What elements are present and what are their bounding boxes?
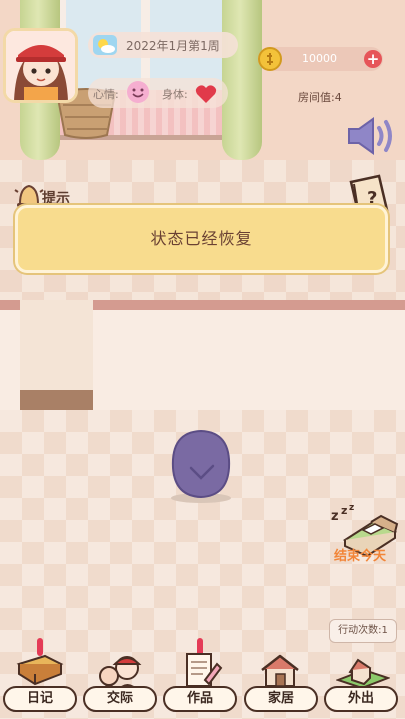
mood-label: 心情: (93, 88, 119, 101)
coin-amount: 10000 (302, 52, 337, 65)
counter-right (93, 300, 405, 410)
svg-text:z: z (349, 503, 354, 513)
body-label: 身体: (162, 88, 188, 101)
speaker-icon[interactable] (346, 116, 396, 156)
mood-face-icon (127, 81, 149, 103)
counter-gap (20, 390, 93, 410)
diary-icon (16, 654, 64, 686)
heart-icon (195, 85, 217, 103)
add-coins-button[interactable]: + (364, 50, 382, 68)
svg-text:z: z (331, 509, 339, 524)
nav-home[interactable]: 家居 (244, 650, 318, 714)
right-curtain (222, 0, 262, 160)
player-avatar[interactable] (3, 28, 78, 103)
weather-sun-cloud-icon (93, 35, 117, 55)
room-value: 房间值:4 (298, 91, 342, 104)
date-text: 2022年1月第1周 (126, 39, 220, 53)
action-count: 行动次数:1 (329, 619, 397, 643)
purple-blob-character[interactable] (165, 428, 235, 503)
hint-message: 状态已经恢复 (150, 229, 253, 248)
nav-works-label: 作品 (163, 686, 237, 712)
nav-home-label: 家居 (244, 686, 318, 712)
end-day-label[interactable]: 结束今天 (320, 545, 400, 564)
works-icon (186, 653, 223, 687)
girl-avatar-icon (6, 31, 75, 100)
nav-social-label: 交际 (83, 686, 157, 712)
counter-left (0, 300, 20, 410)
nav-social[interactable]: 交际 (83, 650, 157, 714)
svg-text:z: z (341, 504, 347, 517)
coin-icon (258, 47, 282, 71)
nav-diary[interactable]: 日记 (3, 638, 77, 714)
nav-diary-label: 日记 (3, 686, 77, 712)
nav-works[interactable]: 作品 (163, 638, 237, 714)
nav-outing-label: 外出 (324, 686, 398, 712)
home-icon (261, 654, 299, 687)
nav-outing[interactable]: 外出 (324, 650, 398, 714)
outing-icon (336, 658, 390, 690)
